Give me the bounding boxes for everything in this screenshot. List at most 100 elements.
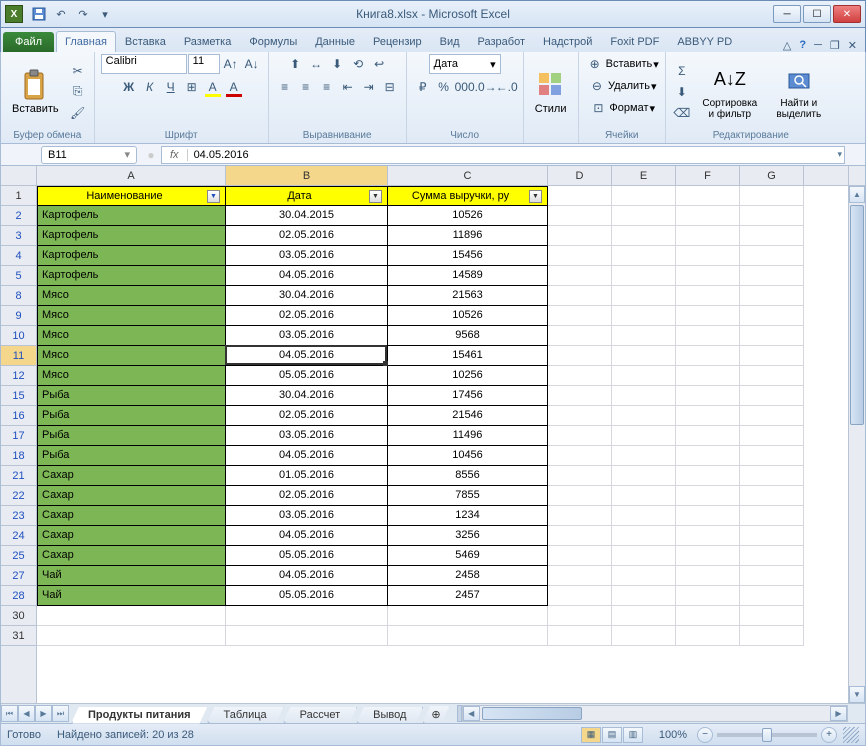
indent-dec-icon[interactable]: ⇤ — [338, 77, 358, 97]
cell[interactable]: 30.04.2016 — [226, 386, 388, 406]
cell[interactable] — [548, 486, 612, 506]
cell[interactable]: Мясо — [37, 326, 226, 346]
cell[interactable] — [676, 186, 740, 206]
cell[interactable] — [740, 266, 804, 286]
cell[interactable] — [676, 286, 740, 306]
cell[interactable] — [740, 206, 804, 226]
clear-icon[interactable]: ⌫ — [672, 103, 692, 123]
align-left-icon[interactable]: ≡ — [275, 77, 295, 97]
col-header-C[interactable]: C — [388, 166, 548, 185]
currency-icon[interactable]: ₽ — [413, 77, 433, 97]
indent-inc-icon[interactable]: ⇥ — [359, 77, 379, 97]
cell[interactable] — [548, 266, 612, 286]
new-sheet-button[interactable]: ⊕ — [422, 706, 449, 724]
row-header[interactable]: 28 — [1, 586, 36, 606]
ribbon-tab-9[interactable]: Foxit PDF — [601, 31, 668, 52]
cell-grid[interactable]: НаименованиеДатаСумма выручки, руКартофе… — [37, 186, 848, 703]
cell[interactable] — [676, 366, 740, 386]
cell[interactable]: 10256 — [388, 366, 548, 386]
row-header[interactable]: 8 — [1, 286, 36, 306]
italic-icon[interactable]: К — [140, 77, 160, 97]
zoom-in-button[interactable]: + — [821, 727, 837, 743]
cell[interactable]: 04.05.2016 — [226, 266, 388, 286]
row-header[interactable]: 1 — [1, 186, 36, 206]
filter-button[interactable] — [529, 190, 542, 203]
cell[interactable] — [740, 366, 804, 386]
ribbon-tab-8[interactable]: Надстрой — [534, 31, 601, 52]
row-header[interactable]: 23 — [1, 506, 36, 526]
cell[interactable] — [226, 626, 388, 646]
mdi-minimize-icon[interactable]: ─ — [814, 39, 822, 52]
row-header[interactable]: 9 — [1, 306, 36, 326]
cell[interactable]: Рыба — [37, 386, 226, 406]
cell[interactable]: 03.05.2016 — [226, 246, 388, 266]
cell[interactable] — [676, 446, 740, 466]
dec-decimal-icon[interactable]: ←.0 — [497, 77, 517, 97]
cell[interactable]: 17456 — [388, 386, 548, 406]
cell[interactable]: 10456 — [388, 446, 548, 466]
row-header[interactable]: 4 — [1, 246, 36, 266]
copy-icon[interactable]: ⎘ — [68, 82, 88, 102]
align-middle-icon[interactable]: ↔ — [306, 54, 326, 74]
align-bottom-icon[interactable]: ⬇ — [327, 54, 347, 74]
cell[interactable] — [676, 546, 740, 566]
cell[interactable]: 02.05.2016 — [226, 306, 388, 326]
row-header[interactable]: 2 — [1, 206, 36, 226]
cell[interactable] — [612, 506, 676, 526]
zoom-slider[interactable] — [717, 733, 817, 737]
cell[interactable]: Мясо — [37, 346, 226, 366]
tab-first-icon[interactable]: ⏮ — [1, 705, 18, 722]
cell[interactable] — [740, 586, 804, 606]
zoom-value[interactable]: 100% — [653, 729, 693, 741]
sheet-tab[interactable]: Таблица — [207, 707, 284, 724]
vertical-scrollbar[interactable]: ▲ ▼ — [848, 186, 865, 703]
cell[interactable]: 02.05.2016 — [226, 226, 388, 246]
border-icon[interactable]: ⊞ — [182, 77, 202, 97]
cell[interactable] — [612, 566, 676, 586]
cell[interactable] — [612, 586, 676, 606]
cell[interactable] — [612, 626, 676, 646]
cell[interactable]: 30.04.2016 — [226, 286, 388, 306]
cell[interactable] — [548, 506, 612, 526]
cell[interactable] — [548, 386, 612, 406]
cell[interactable] — [548, 326, 612, 346]
row-header[interactable]: 11 — [1, 346, 36, 366]
cell[interactable]: Дата — [226, 186, 388, 206]
cell[interactable] — [612, 326, 676, 346]
select-all-corner[interactable] — [1, 166, 37, 186]
ribbon-tab-6[interactable]: Вид — [431, 31, 469, 52]
cell[interactable] — [548, 546, 612, 566]
cell[interactable]: Мясо — [37, 366, 226, 386]
cell[interactable] — [612, 186, 676, 206]
cell[interactable]: 04.05.2016 — [226, 566, 388, 586]
cell[interactable] — [740, 446, 804, 466]
cut-icon[interactable]: ✂ — [68, 61, 88, 81]
scroll-right-button[interactable]: ▶ — [830, 706, 847, 721]
cell[interactable]: Картофель — [37, 266, 226, 286]
grow-font-icon[interactable]: A↑ — [221, 54, 241, 74]
ribbon-tab-1[interactable]: Вставка — [116, 31, 175, 52]
cell[interactable]: 05.05.2016 — [226, 366, 388, 386]
page-break-view-button[interactable]: ▥ — [623, 727, 643, 743]
cell[interactable]: Рыба — [37, 446, 226, 466]
cell[interactable] — [612, 426, 676, 446]
tab-next-icon[interactable]: ▶ — [35, 705, 52, 722]
row-header[interactable]: 5 — [1, 266, 36, 286]
cell[interactable] — [388, 606, 548, 626]
maximize-button[interactable]: ☐ — [803, 5, 831, 23]
cell[interactable]: Картофель — [37, 206, 226, 226]
cell[interactable] — [676, 326, 740, 346]
cell[interactable] — [740, 626, 804, 646]
cell[interactable]: Сахар — [37, 506, 226, 526]
cell[interactable]: 3256 — [388, 526, 548, 546]
cell[interactable]: 1234 — [388, 506, 548, 526]
expand-formula-icon[interactable]: ▾ — [837, 149, 842, 160]
cell[interactable] — [548, 626, 612, 646]
merge-icon[interactable]: ⊟ — [380, 77, 400, 97]
cell[interactable] — [548, 606, 612, 626]
cell[interactable]: 14589 — [388, 266, 548, 286]
cell[interactable] — [548, 286, 612, 306]
font-color-icon[interactable]: А — [224, 77, 244, 97]
cell[interactable] — [676, 386, 740, 406]
cell[interactable] — [676, 526, 740, 546]
